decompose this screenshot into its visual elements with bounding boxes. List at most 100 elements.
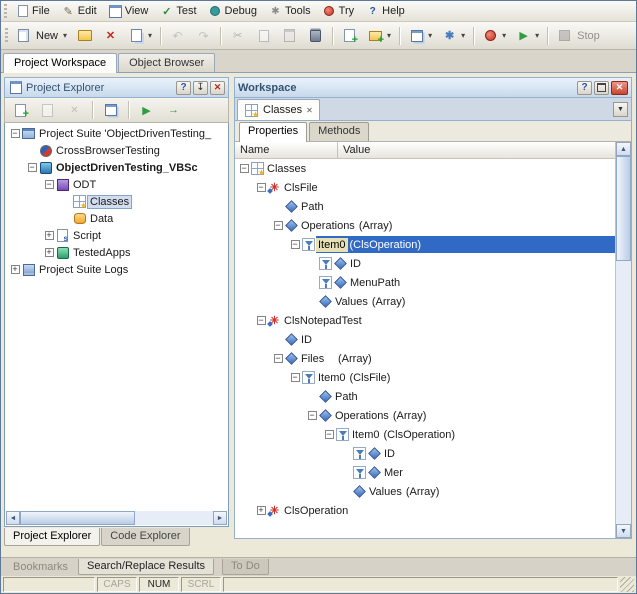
- cut-button[interactable]: [225, 25, 250, 47]
- scroll-right-button[interactable]: [213, 511, 227, 525]
- grid-row-path[interactable]: Path: [235, 387, 615, 406]
- options-button[interactable]: [437, 25, 469, 47]
- help-button[interactable]: [176, 81, 191, 95]
- grid-row-files[interactable]: Files(Array): [235, 349, 615, 368]
- expander-minus-icon[interactable]: [308, 411, 317, 420]
- expander-plus-icon[interactable]: [257, 506, 266, 515]
- scrollbar-track[interactable]: [135, 511, 213, 525]
- grid-row-values[interactable]: Values(Array): [235, 292, 615, 311]
- tab-search-replace-results[interactable]: Search/Replace Results: [78, 559, 214, 575]
- tree-item-script[interactable]: Script: [6, 227, 227, 244]
- import-project-button[interactable]: [161, 99, 186, 121]
- tree-item-project-suite-objectdriventesting[interactable]: Project Suite 'ObjectDrivenTesting_: [6, 125, 227, 142]
- grid-row-item0[interactable]: Item0(ClsOperation): [235, 425, 615, 444]
- expander-minus-icon[interactable]: [325, 430, 334, 439]
- tab-methods[interactable]: Methods: [309, 122, 369, 141]
- scroll-up-button[interactable]: [616, 142, 631, 156]
- grid-row-operations[interactable]: Operations(Array): [235, 406, 615, 425]
- expander-minus-icon[interactable]: [28, 163, 37, 172]
- tab-project-workspace[interactable]: Project Workspace: [3, 53, 117, 73]
- copy-button[interactable]: [251, 25, 276, 47]
- expander-minus-icon[interactable]: [257, 183, 266, 192]
- paste-button[interactable]: [277, 25, 302, 47]
- grid-row-clsoperation[interactable]: ClsOperation: [235, 501, 615, 520]
- toolbar-grip[interactable]: [5, 28, 8, 43]
- expander-plus-icon[interactable]: [45, 248, 54, 257]
- grid-row-item0[interactable]: Item0(ClsFile): [235, 368, 615, 387]
- grid-row-clsnotepadtest[interactable]: ClsNotepadTest: [235, 311, 615, 330]
- tree-item-odt[interactable]: ODT: [6, 176, 227, 193]
- stop-button[interactable]: Stop: [552, 25, 606, 47]
- menu-test[interactable]: Test: [154, 1, 202, 21]
- grid-row-id[interactable]: ID: [235, 254, 615, 273]
- expander-plus-icon[interactable]: [11, 265, 20, 274]
- organize-tests-button[interactable]: [404, 25, 436, 47]
- menu-edit[interactable]: Edit: [56, 1, 103, 21]
- grid-row-path[interactable]: Path: [235, 197, 615, 216]
- record-button[interactable]: [478, 25, 510, 47]
- tab-to-do[interactable]: To Do: [222, 559, 269, 575]
- grid-row-id[interactable]: ID: [235, 444, 615, 463]
- tab-bookmarks[interactable]: Bookmarks: [5, 559, 76, 575]
- tree-item-project-suite-logs[interactable]: Project Suite Logs: [6, 261, 227, 278]
- tab-project-explorer[interactable]: Project Explorer: [4, 528, 100, 546]
- close-panel-button[interactable]: [611, 81, 628, 95]
- menu-view[interactable]: View: [103, 1, 155, 21]
- add-new-item-button[interactable]: [337, 25, 362, 47]
- tree-item-crossbrowsertesting[interactable]: CrossBrowserTesting: [6, 142, 227, 159]
- expander-minus-icon[interactable]: [11, 129, 20, 138]
- tab-properties[interactable]: Properties: [239, 122, 307, 142]
- grid-row-classes[interactable]: Classes: [235, 159, 615, 178]
- grid-row-clsfile[interactable]: ClsFile: [235, 178, 615, 197]
- menu-file[interactable]: File: [10, 1, 56, 21]
- expander-plus-icon[interactable]: [45, 231, 54, 240]
- menu-try[interactable]: Try: [317, 1, 360, 21]
- new-button[interactable]: New: [11, 25, 71, 47]
- grid-row-menupath[interactable]: MenuPath: [235, 273, 615, 292]
- grid-row-values[interactable]: Values(Array): [235, 482, 615, 501]
- paste-special-button[interactable]: [124, 25, 156, 47]
- open-button[interactable]: [72, 25, 97, 47]
- horizontal-scrollbar[interactable]: [6, 511, 227, 525]
- menu-tools[interactable]: Tools: [263, 1, 317, 21]
- add-existing-item-button[interactable]: [363, 25, 395, 47]
- tree-item-classes[interactable]: Classes: [6, 193, 227, 210]
- grid-row-item0[interactable]: Item0(ClsOperation): [235, 235, 615, 254]
- add-project-item-button[interactable]: [8, 99, 33, 121]
- tree-item-data[interactable]: Data: [6, 210, 227, 227]
- grid-row-mer[interactable]: Mer: [235, 463, 615, 482]
- scroll-left-button[interactable]: [6, 511, 20, 525]
- help-button[interactable]: [577, 81, 592, 95]
- expander-minus-icon[interactable]: [274, 354, 283, 363]
- undo-button[interactable]: [165, 25, 190, 47]
- tab-classes[interactable]: Classes: [237, 99, 320, 120]
- scrollbar-thumb[interactable]: [616, 156, 631, 261]
- menubar-grip[interactable]: [4, 4, 7, 19]
- expander-minus-icon[interactable]: [45, 180, 54, 189]
- tab-object-browser[interactable]: Object Browser: [118, 53, 215, 72]
- close-file-button[interactable]: [98, 25, 123, 47]
- delete-button[interactable]: [303, 25, 328, 47]
- scrollbar-thumb[interactable]: [20, 511, 135, 525]
- expander-minus-icon[interactable]: [291, 373, 300, 382]
- run-button[interactable]: [511, 25, 543, 47]
- open-project-item-button[interactable]: [35, 99, 60, 121]
- expander-minus-icon[interactable]: [257, 316, 266, 325]
- run-project-item-button[interactable]: [134, 99, 159, 121]
- grid-row-operations[interactable]: Operations(Array): [235, 216, 615, 235]
- restore-button[interactable]: [594, 81, 609, 95]
- project-organizer-button[interactable]: [98, 99, 123, 121]
- column-header-value[interactable]: Value: [338, 142, 615, 158]
- resize-grip[interactable]: [620, 577, 634, 592]
- redo-button[interactable]: [191, 25, 216, 47]
- menu-debug[interactable]: Debug: [203, 1, 263, 21]
- remove-project-item-button[interactable]: [62, 99, 87, 121]
- tab-close-icon[interactable]: [306, 104, 313, 116]
- expander-minus-icon[interactable]: [240, 164, 249, 173]
- tree-item-objectdriventesting-vbsc[interactable]: ObjectDrivenTesting_VBSc: [6, 159, 227, 176]
- scroll-down-button[interactable]: [616, 524, 631, 538]
- grid-row-id[interactable]: ID: [235, 330, 615, 349]
- expander-minus-icon[interactable]: [291, 240, 300, 249]
- scrollbar-track[interactable]: [616, 261, 631, 524]
- tree-item-testedapps[interactable]: TestedApps: [6, 244, 227, 261]
